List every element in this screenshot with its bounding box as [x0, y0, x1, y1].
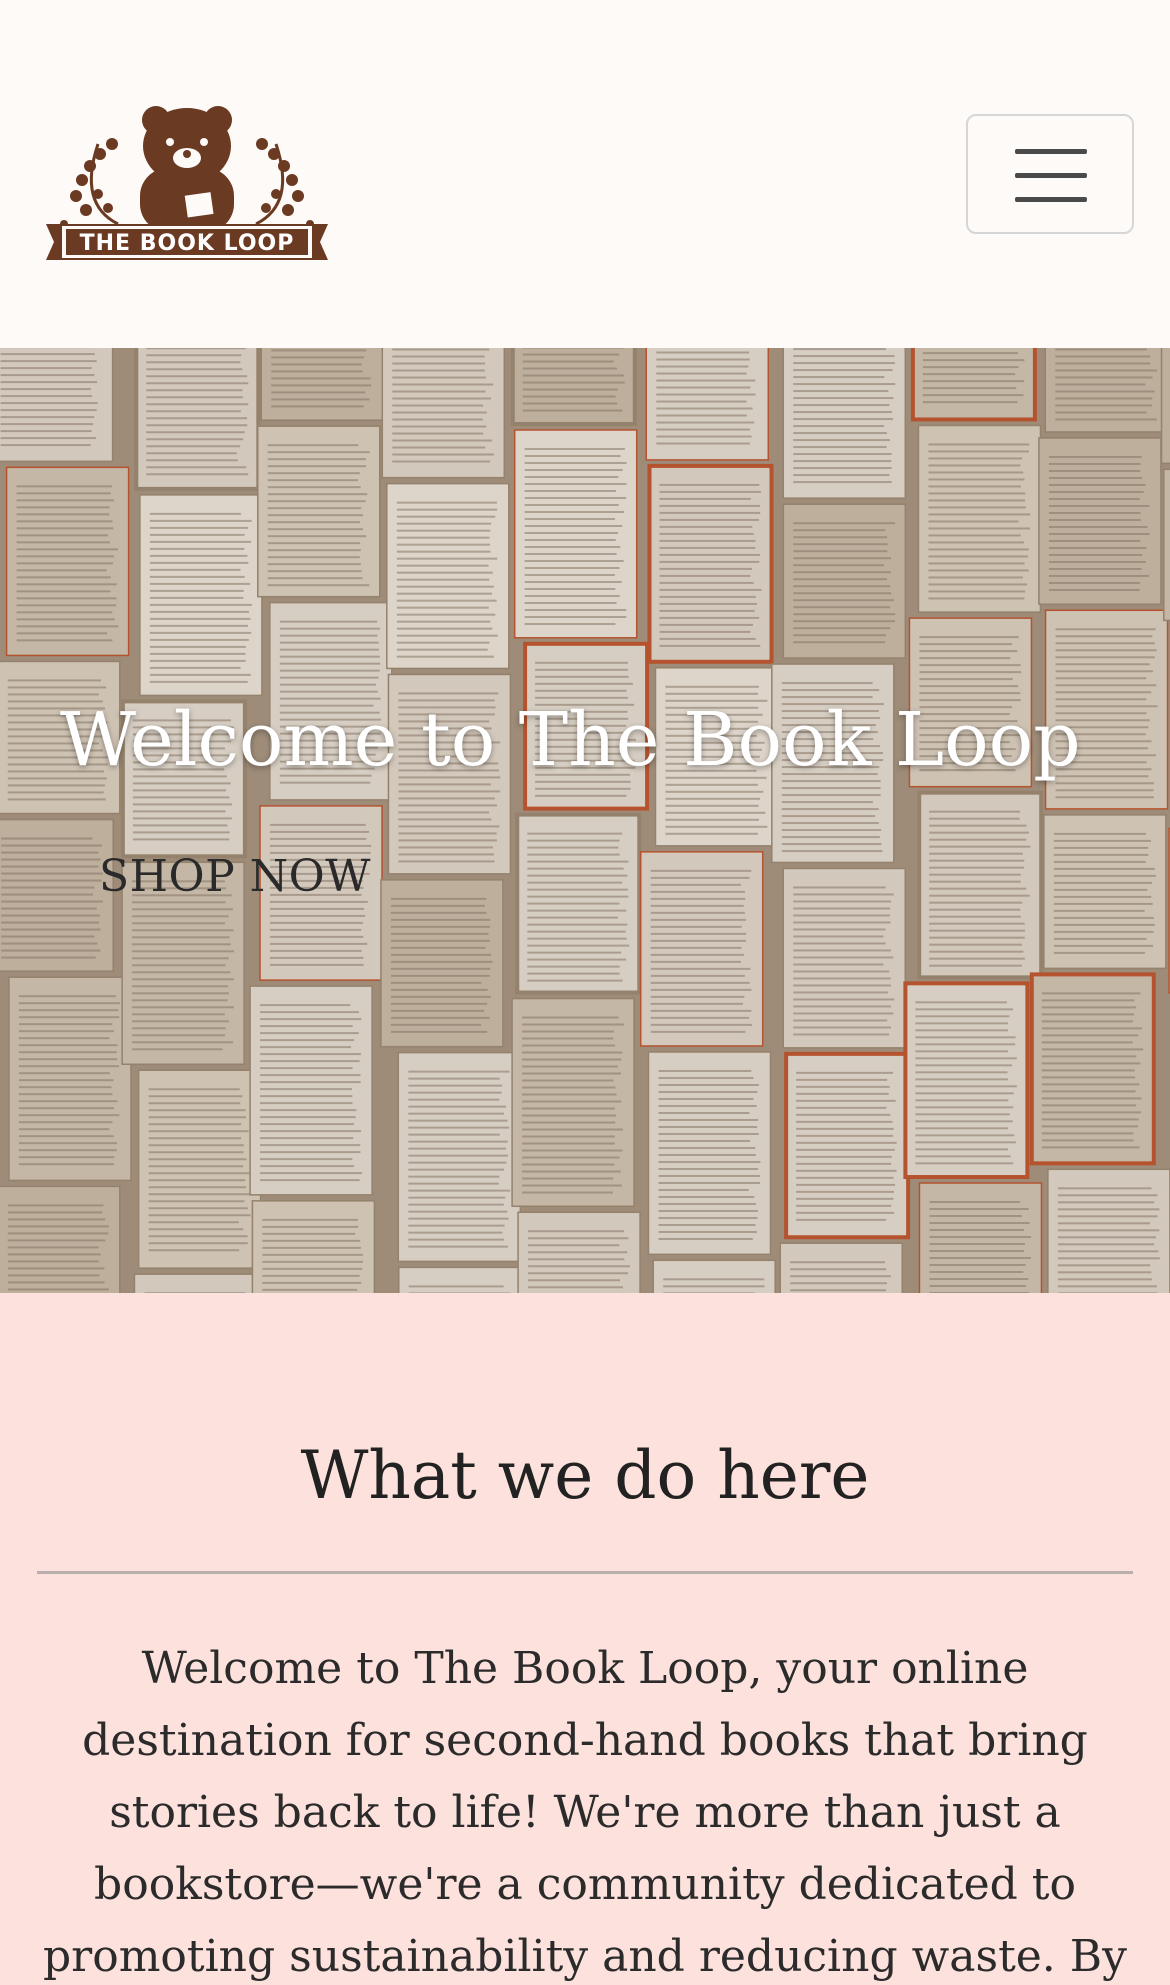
hamburger-bar: [1015, 197, 1087, 202]
about-body-text: Welcome to The Book Loop, your online de…: [43, 1643, 1127, 1982]
about-section: What we do here Welcome to The Book Loop…: [0, 1293, 1170, 1985]
about-title: What we do here: [300, 1437, 870, 1514]
logo-text: THE BOOK LOOP: [80, 231, 295, 256]
open-books-background-image: [0, 348, 1170, 1293]
hamburger-bar: [1015, 173, 1087, 178]
divider: [37, 1571, 1133, 1574]
bear-logo-icon: THE BOOK LOOP: [46, 106, 328, 260]
hero-banner: Welcome to The Book Loop SHOP NOW: [0, 348, 1170, 1293]
shop-now-button[interactable]: SHOP NOW: [80, 836, 380, 916]
hamburger-menu-icon: [1015, 149, 1087, 154]
hero-title: Welcome to The Book Loop: [60, 697, 1081, 783]
navbar-toggle-button[interactable]: [966, 114, 1134, 234]
brand-logo-link[interactable]: THE BOOK LOOP: [38, 84, 336, 264]
navbar: THE BOOK LOOP: [0, 0, 1170, 348]
